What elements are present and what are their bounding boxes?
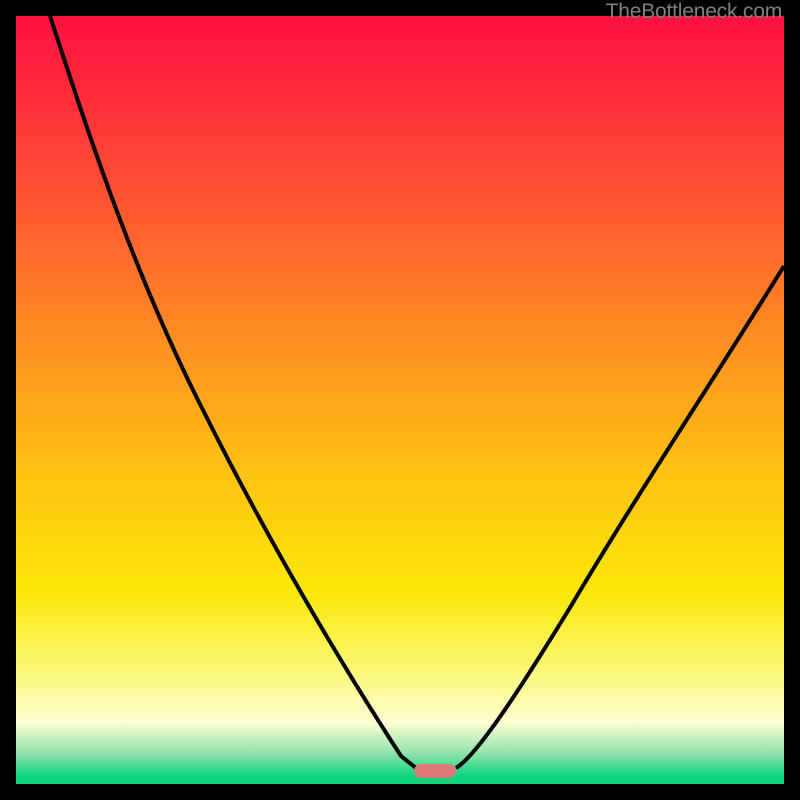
minimum-marker <box>414 764 456 778</box>
chart-container <box>16 16 784 784</box>
bottleneck-curve <box>16 16 784 784</box>
watermark-label: TheBottleneck.com <box>606 0 782 24</box>
